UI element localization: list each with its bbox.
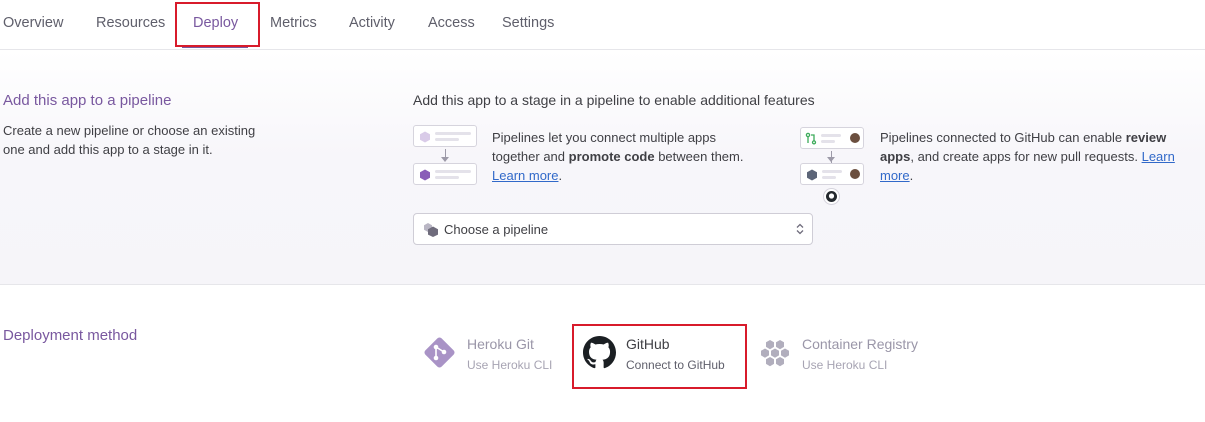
app-hexagon-icon [420,169,430,181]
pipeline-app-card-top [413,125,477,147]
choose-pipeline-select[interactable]: Choose a pipeline [413,213,813,245]
pipeline-section-title: Add this app to a pipeline [3,92,172,109]
stage-heading: Add this app to a stage in a pipeline to… [413,92,815,108]
placeholder-line [435,138,459,141]
user-avatar [850,133,860,143]
container-registry-icon [761,340,789,367]
tab-overview[interactable]: Overview [3,14,63,32]
arrow-down-icon [827,157,835,162]
tab-resources[interactable]: Resources [96,14,165,32]
app-hexagon-dark-icon [807,169,817,181]
pipeline-app-card-bottom [413,163,477,185]
app-nav-tabs: Overview Resources Deploy Metrics Activi… [0,0,1205,50]
feature-text-end: . [909,168,914,183]
placeholder-line [822,170,842,173]
pr-card [800,127,864,149]
feature-text-part: between them. [654,149,744,164]
deploy-method-heroku-git[interactable]: Heroku Git Use Heroku CLI [420,330,565,380]
container-registry-name: Container Registry [802,336,918,352]
select-placeholder: Choose a pipeline [444,222,549,237]
tab-deploy[interactable]: Deploy [193,14,238,32]
deploy-method-container-registry[interactable]: Container Registry Use Heroku CLI [760,330,950,380]
github-sub: Connect to GitHub [626,358,725,372]
pipeline-icon [424,223,438,237]
github-name: GitHub [626,336,670,352]
placeholder-line [435,170,471,173]
placeholder-line [821,134,841,137]
heroku-git-name: Heroku Git [467,336,534,352]
user-avatar [850,169,860,179]
heroku-git-sub: Use Heroku CLI [467,358,553,372]
feature-text-part: , and create apps for new pull requests. [910,149,1142,164]
tab-activity[interactable]: Activity [349,14,395,32]
deployment-method-title: Deployment method [3,327,138,344]
tab-metrics[interactable]: Metrics [270,14,317,32]
pipeline-section-description: Create a new pipeline or choose an exist… [3,123,256,157]
tab-settings[interactable]: Settings [502,14,554,32]
heroku-git-icon [424,337,455,368]
arrow-down-icon [441,157,449,162]
feature-text-part: Pipelines connected to GitHub can enable [880,130,1126,145]
select-caret-icon [796,223,804,235]
review-apps-feature-text: Pipelines connected to GitHub can enable… [880,128,1190,185]
container-registry-sub: Use Heroku CLI [802,358,888,372]
feature-bold-text: promote code [568,149,655,164]
learn-more-link[interactable]: Learn more [492,168,558,183]
deploy-method-github[interactable]: GitHub Connect to GitHub [580,330,740,380]
feature-text-end: . [558,168,563,183]
placeholder-line [435,176,459,179]
github-icon [583,336,616,369]
tab-access[interactable]: Access [428,14,475,32]
app-hexagon-light-icon [420,131,430,143]
placeholder-line [822,176,836,179]
pipeline-section: Add this app to a pipeline Create a new … [0,51,1205,285]
placeholder-line [821,140,835,143]
placeholder-line [435,132,471,135]
github-small-icon [823,188,840,205]
pull-request-icon [805,132,817,145]
review-app-card [800,163,864,185]
promote-feature-text: Pipelines let you connect multiple apps … [492,128,767,185]
active-tab-indicator [182,46,248,48]
